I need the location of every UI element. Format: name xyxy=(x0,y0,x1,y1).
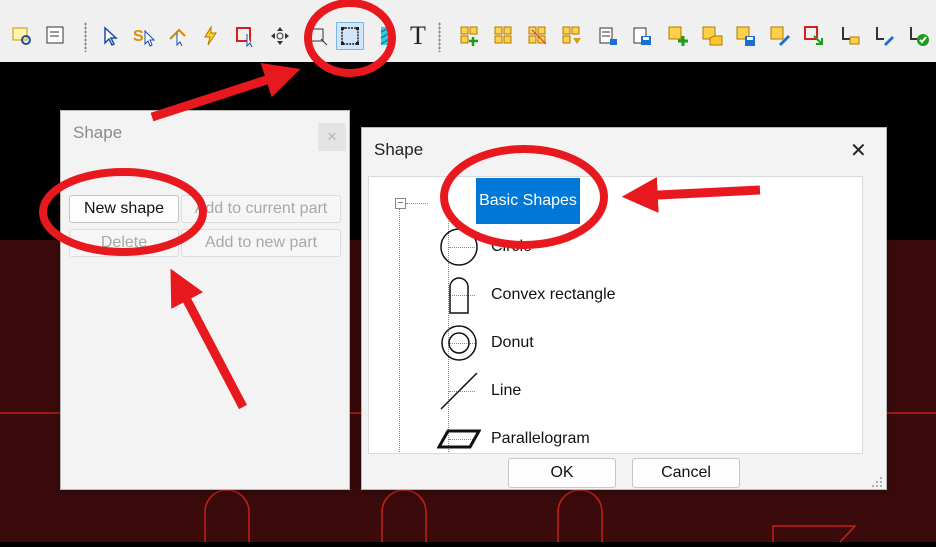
add-to-new-part-button[interactable]: Add to new part xyxy=(181,229,341,257)
tools-check-icon[interactable] xyxy=(904,22,932,50)
ok-button[interactable]: OK xyxy=(508,458,616,488)
toolbar-separator xyxy=(84,22,87,52)
tree-root-basic-shapes[interactable]: Basic Shapes xyxy=(476,178,580,224)
delete-button[interactable]: Delete xyxy=(69,229,179,257)
tree-item-label: Donut xyxy=(491,334,534,351)
cancel-button[interactable]: Cancel xyxy=(632,458,740,488)
properties-icon[interactable] xyxy=(42,22,70,50)
circle-icon xyxy=(437,225,481,269)
shape-panel-title: Shape xyxy=(73,123,123,142)
new-shape-button[interactable]: New shape xyxy=(69,195,179,223)
tree-collapse-toggle[interactable]: − xyxy=(395,198,406,209)
tree-item-donut[interactable]: Donut xyxy=(437,321,534,365)
parallelogram-icon xyxy=(437,417,481,453)
svg-text:S: S xyxy=(133,28,144,45)
convex-rectangle-icon xyxy=(437,273,481,317)
toolbar-separator xyxy=(438,22,441,52)
tree-item-label: Parallelogram xyxy=(491,430,590,447)
shape-panel: Shape ✕ New shape Add to current part De… xyxy=(60,110,350,490)
tree-item-label: Circle xyxy=(491,238,532,255)
edit-part-icon[interactable] xyxy=(766,22,794,50)
line-icon xyxy=(437,369,481,413)
tree-item-label: Line xyxy=(491,382,522,399)
lightning-icon[interactable] xyxy=(198,22,226,50)
shape-picker-dialog: Shape ✕ − Basic Shapes Circle Convex rec… xyxy=(361,127,887,490)
tree-item-circle[interactable]: Circle xyxy=(437,225,532,269)
zoom-icon[interactable] xyxy=(8,22,36,50)
grid-add-1-icon[interactable] xyxy=(456,22,484,50)
rect-select-icon[interactable] xyxy=(232,22,260,50)
text-icon[interactable]: T xyxy=(404,21,432,50)
tree-item-line[interactable]: Line xyxy=(437,369,521,413)
select-arrow-icon[interactable] xyxy=(96,22,124,50)
shape-tree: − Basic Shapes Circle Convex rectangle D… xyxy=(368,176,863,454)
node-edit-icon[interactable] xyxy=(164,22,192,50)
tree-item-convex-rectangle[interactable]: Convex rectangle xyxy=(437,273,616,317)
save-part-icon[interactable] xyxy=(732,22,760,50)
grid-add-3-icon[interactable] xyxy=(524,22,552,50)
list-save-icon[interactable] xyxy=(628,22,656,50)
tools-2-icon[interactable] xyxy=(870,22,898,50)
close-icon[interactable]: ✕ xyxy=(318,123,346,151)
shape-frame-icon[interactable] xyxy=(336,22,364,50)
tree-line xyxy=(406,203,428,204)
shape-picker-title: Shape xyxy=(374,140,424,159)
grid-add-2-icon[interactable] xyxy=(490,22,518,50)
tools-icon[interactable] xyxy=(836,22,864,50)
tree-item-parallelogram[interactable]: Parallelogram xyxy=(437,417,590,453)
add-part-icon[interactable] xyxy=(664,22,692,50)
folder-part-icon[interactable] xyxy=(698,22,726,50)
export-part-icon[interactable] xyxy=(800,22,828,50)
list-icon[interactable] xyxy=(594,22,622,50)
close-icon[interactable]: ✕ xyxy=(850,138,867,163)
grid-add-4-icon[interactable] xyxy=(558,22,586,50)
resize-grip-icon[interactable] xyxy=(871,476,883,488)
select-s-icon[interactable]: S xyxy=(130,22,158,50)
toolbar: S T xyxy=(0,0,936,63)
add-to-current-part-button[interactable]: Add to current part xyxy=(181,195,341,223)
resize-icon[interactable] xyxy=(304,22,332,50)
move-icon[interactable] xyxy=(266,22,294,50)
tree-line xyxy=(399,209,400,453)
fill-icon[interactable] xyxy=(372,22,400,50)
tree-item-label: Convex rectangle xyxy=(491,286,616,303)
donut-icon xyxy=(437,321,481,365)
